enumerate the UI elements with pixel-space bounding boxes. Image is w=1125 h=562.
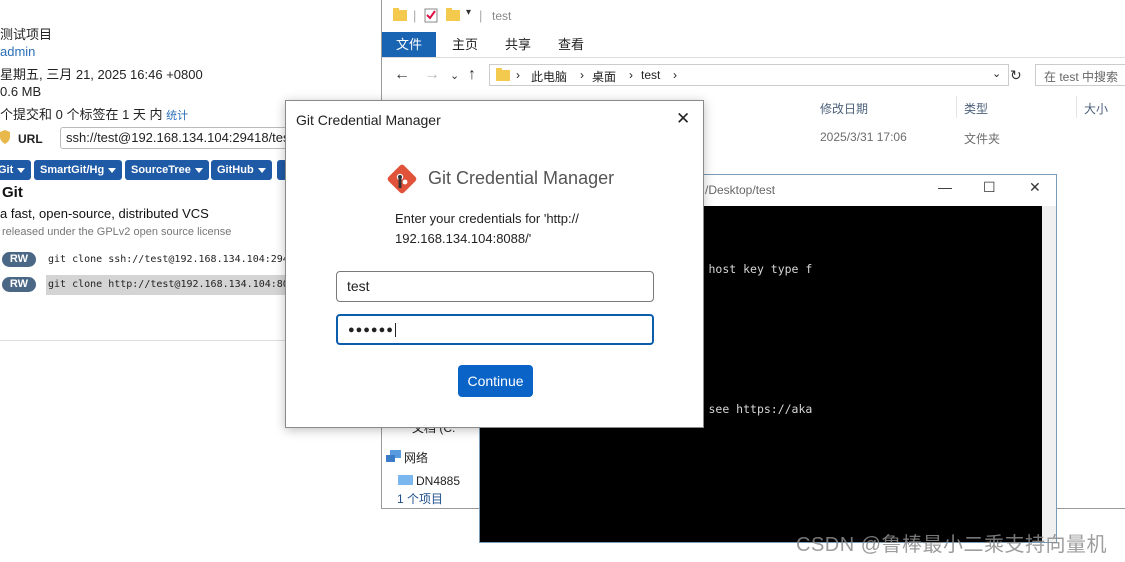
repo-owner-link[interactable]: admin: [0, 44, 35, 59]
back-arrow-icon[interactable]: ←: [394, 66, 410, 84]
column-header-date[interactable]: 修改日期: [820, 100, 868, 117]
clone-command-http[interactable]: git clone http://test@192.168.134.104:80…: [46, 275, 290, 295]
github-app-button[interactable]: GitHub: [211, 160, 272, 180]
git-app-label: Git: [0, 164, 14, 176]
terminal-scrollbar[interactable]: [1042, 206, 1056, 542]
sourcetree-app-button[interactable]: SourceTree: [125, 160, 209, 180]
address-bar[interactable]: › 此电脑 › 桌面 › test › ⌄: [489, 64, 1009, 86]
folder-icon: [496, 68, 510, 81]
explorer-titlebar: | ▾ | test: [382, 0, 1125, 32]
window-title: test: [492, 9, 512, 23]
refresh-icon[interactable]: ↻: [1010, 67, 1022, 84]
computer-icon: [398, 475, 413, 485]
close-icon[interactable]: ✕: [676, 109, 690, 129]
caret-down-icon: [194, 167, 203, 173]
clone-row-http[interactable]: RW git clone http://test@192.168.134.104…: [0, 274, 300, 296]
recent-locations-chevron-icon[interactable]: ⌄: [450, 69, 459, 82]
file-row-type: 文件夹: [964, 132, 1001, 146]
text-cursor: [394, 323, 396, 337]
tab-share[interactable]: 共享: [491, 32, 545, 57]
dialog-brand: Git Credential Manager: [428, 168, 615, 188]
git-client-title: Git: [2, 184, 23, 201]
dialog-title: Git Credential Manager: [296, 112, 441, 128]
credential-prompt: Enter your credentials for 'http:// 192.…: [395, 209, 635, 249]
up-arrow-icon[interactable]: ↑: [468, 66, 476, 84]
username-field[interactable]: test: [336, 271, 654, 302]
breadcrumb-separator-icon[interactable]: ›: [629, 68, 633, 82]
properties-icon[interactable]: [424, 8, 438, 23]
git-credential-manager-dialog: Git Credential Manager ✕ Git Credential …: [285, 100, 704, 428]
smartgit-app-button[interactable]: SmartGit/Hg: [34, 160, 123, 180]
breadcrumb-test[interactable]: test: [641, 68, 660, 82]
password-mask: ●●●●●●: [348, 323, 394, 336]
minimize-icon[interactable]: —: [938, 179, 952, 195]
rw-badge: RW: [2, 277, 36, 292]
breadcrumb-separator-icon[interactable]: ›: [580, 68, 584, 82]
column-header-size[interactable]: 大小: [1084, 100, 1108, 117]
nav-network-label: 网络: [404, 451, 429, 465]
nav-item-computer[interactable]: DN4885: [398, 474, 461, 488]
watermark: CSDN @鲁棒最小二乘支持向量机: [796, 534, 1108, 556]
repo-size: 0.6 MB: [0, 84, 42, 99]
file-row-date: 2025/3/31 17:06: [820, 130, 907, 144]
quick-access-dropdown-icon[interactable]: ▾: [466, 7, 471, 18]
terminal-title: /Desktop/test: [705, 183, 776, 197]
separator: |: [413, 8, 417, 23]
repo-last-change: 星期五, 三月 21, 2025 16:46 +0800: [0, 67, 203, 82]
sourcetree-app-label: SourceTree: [131, 164, 191, 176]
clone-row-ssh[interactable]: RW git clone ssh://test@192.168.134.104:…: [0, 249, 300, 271]
password-field[interactable]: ●●●●●●: [336, 314, 654, 345]
repo-stats-text: 个提交和 0 个标签在 1 天 内: [0, 107, 163, 122]
nav-computer-label: DN4885: [416, 474, 461, 488]
tab-home[interactable]: 主页: [438, 32, 492, 57]
status-item-count: 1 个项目: [397, 492, 444, 506]
search-input[interactable]: 在 test 中搜索: [1035, 64, 1125, 86]
git-logo-icon: [387, 164, 417, 194]
folder-icon: [393, 8, 407, 21]
breadcrumb-this-pc[interactable]: 此电脑: [531, 68, 567, 85]
stats-link[interactable]: 统计: [166, 110, 188, 122]
network-icon: [386, 450, 401, 462]
url-label: URL: [18, 132, 43, 146]
tab-view[interactable]: 查看: [544, 32, 598, 57]
breadcrumb-separator-icon[interactable]: ›: [673, 68, 677, 82]
repo-stats: 个提交和 0 个标签在 1 天 内 统计: [0, 104, 188, 123]
column-divider: [956, 96, 957, 118]
nav-item-network[interactable]: 网络: [386, 449, 429, 466]
column-divider: [1076, 96, 1077, 118]
address-history-chevron-icon[interactable]: ⌄: [992, 67, 1001, 80]
repo-description: 测试项目: [0, 27, 53, 42]
breadcrumb-separator-icon[interactable]: ›: [516, 68, 520, 82]
credential-prompt-line-2: 192.168.134.104:8088/': [395, 231, 532, 246]
credential-prompt-line-1: Enter your credentials for 'http://: [395, 211, 579, 226]
address-bar-row: ← → ⌄ ↑ › 此电脑 › 桌面 › test › ⌄ ↻ 在 test 中…: [382, 60, 1125, 90]
git-client-description: a fast, open-source, distributed VCS: [0, 206, 209, 221]
ribbon: 文件 主页 共享 查看: [382, 32, 1125, 58]
caret-down-icon: [257, 167, 266, 173]
maximize-icon[interactable]: ☐: [983, 179, 996, 196]
smartgit-app-label: SmartGit/Hg: [40, 164, 105, 176]
shield-icon: [0, 130, 10, 144]
git-client-license: released under the GPLv2 open source lic…: [2, 226, 232, 238]
continue-button[interactable]: Continue: [458, 365, 533, 397]
tab-file[interactable]: 文件: [382, 32, 437, 57]
breadcrumb-desktop[interactable]: 桌面: [592, 68, 616, 85]
git-app-button[interactable]: Git: [0, 160, 32, 180]
caret-down-icon: [17, 167, 26, 173]
column-header-type[interactable]: 类型: [964, 100, 988, 117]
new-folder-icon[interactable]: [446, 8, 460, 22]
separator: |: [479, 8, 483, 23]
github-app-label: GitHub: [217, 164, 254, 176]
forward-arrow-icon[interactable]: →: [424, 66, 440, 84]
rw-badge: RW: [2, 252, 36, 267]
caret-down-icon: [108, 167, 117, 173]
close-icon[interactable]: ✕: [1029, 179, 1041, 196]
clone-command-ssh[interactable]: git clone ssh://test@192.168.134.104:294…: [46, 250, 290, 270]
